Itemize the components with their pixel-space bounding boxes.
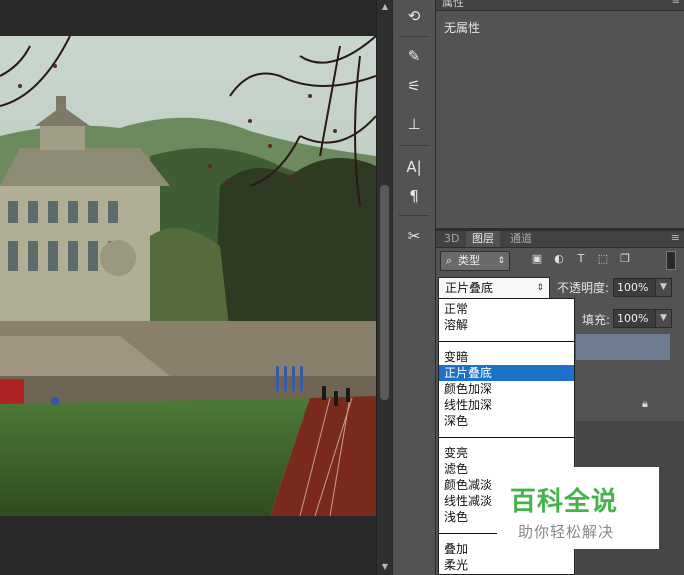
document-canvas-area[interactable]	[0, 0, 376, 575]
tool-separator	[399, 215, 429, 216]
opacity-dropdown-icon[interactable]: ▼	[655, 278, 672, 297]
blend-option[interactable]: 柔光	[439, 557, 574, 573]
blend-option[interactable]: 线性加深	[439, 397, 574, 413]
blend-option[interactable]: 变亮	[439, 445, 574, 461]
brush-icon[interactable]: ✎	[400, 44, 428, 68]
tool-separator	[399, 36, 429, 37]
opacity-input[interactable]: 100%	[613, 278, 656, 297]
character-icon[interactable]: A|	[400, 155, 428, 179]
blend-option[interactable]: 变暗	[439, 349, 574, 365]
tab-layers[interactable]: 图层	[466, 231, 500, 247]
layers-tab-bar: 3D 图层 通道 ≡	[436, 231, 684, 248]
canvas-vertical-scrollbar[interactable]: ▲ ▼	[376, 0, 393, 575]
no-properties-text: 无属性	[444, 21, 481, 35]
chevron-updown-icon: ⇕	[536, 283, 544, 293]
pixel-filter-icon[interactable]: ▣	[530, 252, 544, 266]
filter-type-label: 类型	[458, 254, 480, 267]
tab-3d[interactable]: 3D	[438, 231, 465, 247]
fill-dropdown-icon[interactable]: ▼	[655, 309, 672, 328]
canvas-photo[interactable]	[0, 36, 376, 516]
paragraph-icon[interactable]: ¶	[400, 184, 428, 208]
properties-tab[interactable]: 属性	[442, 0, 464, 10]
scroll-up-icon[interactable]: ▲	[380, 2, 390, 12]
blend-option[interactable]: 正常	[439, 301, 574, 317]
shape-filter-icon[interactable]: ⬚	[596, 252, 610, 266]
lock-icon: 🔒︎	[642, 397, 648, 410]
adjust-icon[interactable]: ⚟	[400, 74, 428, 98]
blend-option[interactable]: 溶解	[439, 317, 574, 333]
fill-input[interactable]: 100%	[613, 309, 656, 328]
selected-layer-row[interactable]	[576, 334, 670, 360]
history-brush-icon[interactable]: ⟲	[400, 4, 428, 28]
watermark-logo: 百科全说 助你轻松解决	[497, 467, 659, 549]
watermark-subtitle: 助你轻松解决	[518, 523, 615, 541]
properties-tab-bar: 属性 ≡	[436, 0, 684, 11]
photo-image	[0, 36, 376, 516]
blend-option[interactable]: 深色	[439, 413, 574, 429]
blend-mode-value: 正片叠底	[445, 281, 494, 295]
search-icon: ⌕	[446, 254, 453, 267]
dropdown-separator	[439, 437, 574, 438]
panel-menu-icon[interactable]: ≡	[672, 0, 680, 7]
layers-menu-icon[interactable]: ≡	[671, 231, 680, 245]
blend-option[interactable]: 颜色加深	[439, 381, 574, 397]
opacity-label: 不透明度:	[557, 281, 610, 295]
blend-mode-select[interactable]: 正片叠底 ⇕	[438, 277, 550, 299]
tools-icon[interactable]: ✂	[400, 224, 428, 248]
properties-panel: 属性 ≡ 无属性	[436, 0, 684, 228]
watermark-title: 百科全说	[510, 487, 619, 517]
scrollbar-thumb[interactable]	[380, 185, 389, 400]
filter-toggle-switch[interactable]	[666, 251, 676, 270]
smart-object-filter-icon[interactable]: ❐	[618, 252, 632, 266]
stamp-icon[interactable]: ⊥	[400, 112, 428, 136]
adjustment-filter-icon[interactable]: ◐	[552, 252, 566, 266]
layer-filter-select[interactable]: ⌕ 类型 ⇕	[440, 251, 510, 271]
fill-label: 填充:	[582, 313, 611, 327]
type-filter-icon[interactable]: T	[574, 252, 588, 266]
tab-channels[interactable]: 通道	[504, 231, 538, 247]
blend-option-selected[interactable]: 正片叠底	[439, 365, 574, 381]
chevron-updown-icon: ⇕	[497, 256, 505, 266]
layer-filter-row: ⌕ 类型 ⇕ ▣ ◐ T ⬚ ❐	[440, 251, 680, 271]
tool-separator	[399, 145, 429, 146]
panel-tool-strip: ⟲ ✎ ⚟ ⊥ A| ¶ ✂	[392, 0, 436, 575]
scroll-down-icon[interactable]: ▼	[380, 562, 390, 572]
dropdown-separator	[439, 341, 574, 342]
